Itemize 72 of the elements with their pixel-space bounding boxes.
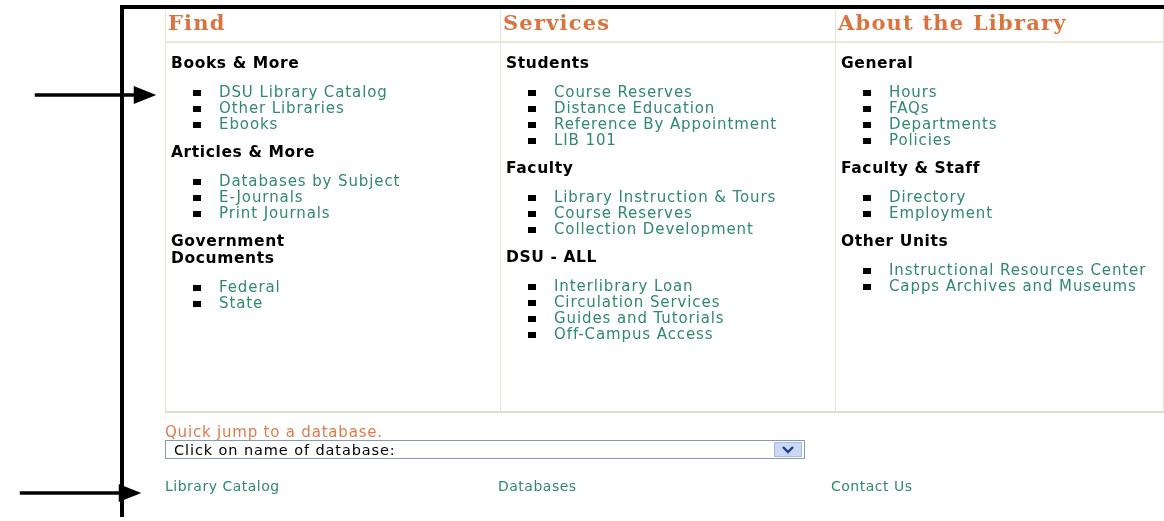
- section-heading: Students: [506, 55, 591, 72]
- bullet-icon: [863, 106, 871, 112]
- nav-link[interactable]: Databases by Subject: [219, 173, 401, 189]
- bullet-icon: [528, 138, 536, 144]
- nav-link[interactable]: Guides and Tutorials: [554, 310, 725, 326]
- bullet-icon: [193, 179, 201, 185]
- nav-link[interactable]: Departments: [889, 116, 998, 132]
- bullet-icon: [528, 106, 536, 112]
- section-heading: Government Documents: [171, 233, 286, 267]
- section-heading: Books & More: [171, 55, 301, 72]
- nav-link[interactable]: Policies: [889, 132, 952, 148]
- section-heading: DSU - ALL: [506, 249, 598, 266]
- bullet-icon: [863, 284, 871, 290]
- bullet-icon: [193, 122, 201, 128]
- nav-link[interactable]: State: [219, 295, 264, 311]
- bullet-icon: [528, 195, 536, 201]
- nav-link[interactable]: Collection Development: [554, 221, 754, 237]
- chevron-down-icon: [782, 445, 794, 454]
- nav-link[interactable]: Course Reserves: [554, 84, 693, 100]
- section-heading: General: [841, 55, 915, 72]
- footer-link[interactable]: Library Catalog: [165, 478, 280, 494]
- bullet-icon: [193, 90, 201, 96]
- bullet-icon: [863, 90, 871, 96]
- section-heading: Faculty & Staff: [841, 160, 982, 177]
- bullet-icon: [193, 211, 201, 217]
- quick-jump-label: Quick jump to a database.: [165, 424, 384, 440]
- nav-link[interactable]: Federal: [219, 279, 281, 295]
- nav-link[interactable]: FAQs: [889, 100, 930, 116]
- bullet-icon: [863, 195, 871, 201]
- nav-link[interactable]: Library Instruction & Tours: [554, 189, 777, 205]
- nav-link[interactable]: LIB 101: [554, 132, 617, 148]
- column-heading: Services: [503, 10, 611, 35]
- column-heading: About the Library: [838, 10, 1067, 35]
- bullet-icon: [528, 284, 536, 290]
- bullet-icon: [528, 90, 536, 96]
- footer-link[interactable]: Databases: [498, 478, 577, 494]
- section-heading: Articles & More: [171, 144, 317, 161]
- column-heading: Find: [168, 10, 226, 35]
- section-heading: Faculty: [506, 160, 575, 177]
- nav-link[interactable]: Print Journals: [219, 205, 331, 221]
- nav-link[interactable]: Off-Campus Access: [554, 326, 714, 342]
- bullet-icon: [193, 106, 201, 112]
- bullet-icon: [528, 300, 536, 306]
- bullet-icon: [863, 122, 871, 128]
- footer-link[interactable]: Contact Us: [831, 478, 913, 494]
- bullet-icon: [193, 301, 201, 307]
- nav-link[interactable]: Interlibrary Loan: [554, 278, 694, 294]
- bullet-icon: [528, 211, 536, 217]
- bullet-icon: [863, 138, 871, 144]
- bullet-icon: [863, 211, 871, 217]
- nav-link[interactable]: Instructional Resources Center: [889, 262, 1147, 278]
- nav-link[interactable]: Reference By Appointment: [554, 116, 778, 132]
- bullet-icon: [863, 268, 871, 274]
- nav-link[interactable]: Directory: [889, 189, 967, 205]
- bullet-icon: [528, 316, 536, 322]
- nav-link[interactable]: Hours: [889, 84, 938, 100]
- nav-link[interactable]: E-Journals: [219, 189, 304, 205]
- bullet-icon: [528, 122, 536, 128]
- database-dropdown[interactable]: Click on name of database:: [165, 440, 805, 459]
- section-heading: Other Units: [841, 233, 950, 250]
- nav-link[interactable]: Distance Education: [554, 100, 716, 116]
- nav-link[interactable]: Circulation Services: [554, 294, 721, 310]
- nav-link[interactable]: Employment: [889, 205, 994, 221]
- bullet-icon: [193, 285, 201, 291]
- nav-link[interactable]: DSU Library Catalog: [219, 84, 388, 100]
- nav-link[interactable]: Other Libraries: [219, 100, 345, 116]
- bullet-icon: [528, 227, 536, 233]
- nav-link[interactable]: Course Reserves: [554, 205, 693, 221]
- bullet-icon: [193, 195, 201, 201]
- nav-link[interactable]: Capps Archives and Museums: [889, 278, 1137, 294]
- nav-link[interactable]: Ebooks: [219, 116, 279, 132]
- bullet-icon: [528, 332, 536, 338]
